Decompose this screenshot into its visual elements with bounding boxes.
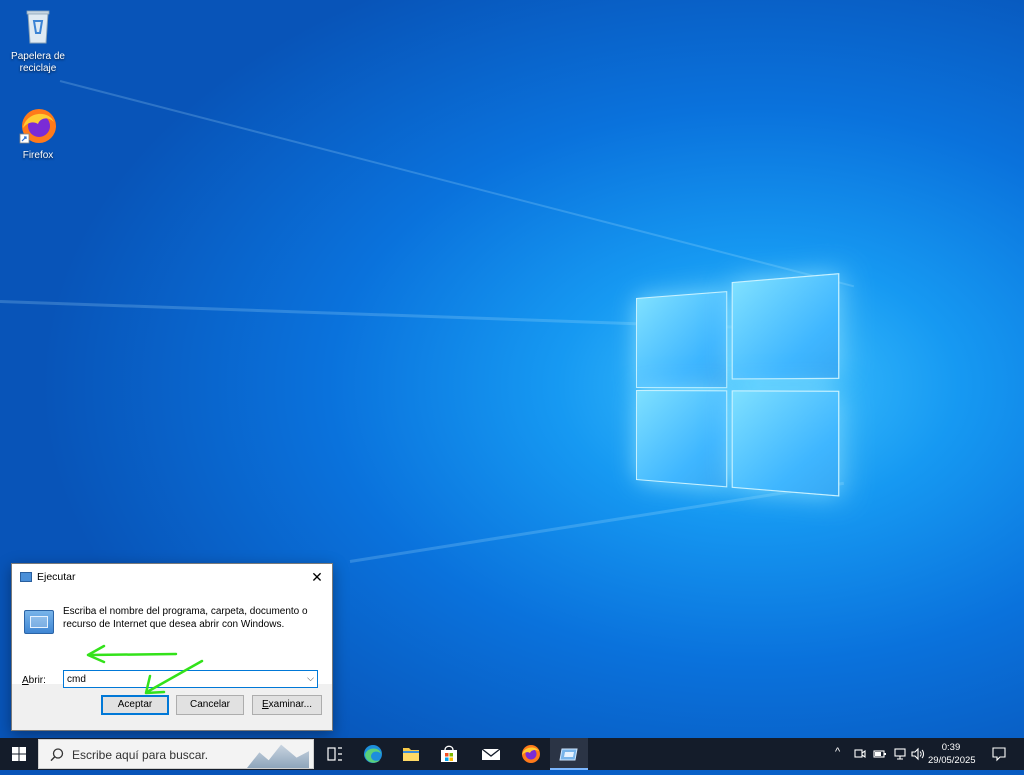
edge-icon (354, 738, 392, 770)
clock-date: 29/05/2025 (928, 754, 974, 767)
firefox-desktop-icon[interactable]: Firefox (3, 106, 73, 162)
chevron-up-icon[interactable]: ^ (835, 746, 840, 758)
browse-accelerator: E (262, 699, 269, 710)
task-view-icon (316, 738, 354, 770)
windows-start-icon (0, 738, 38, 770)
close-button[interactable]: ✕ (302, 564, 332, 590)
edge-taskbar-button[interactable] (354, 738, 392, 770)
store-taskbar-button[interactable] (430, 738, 468, 770)
cancel-button[interactable]: Cancelar (176, 695, 244, 715)
run-app-icon (20, 572, 32, 582)
run-taskbar-button[interactable] (550, 738, 588, 770)
light-beam (60, 80, 854, 287)
meet-now-icon[interactable] (853, 747, 867, 761)
search-icon (49, 747, 65, 763)
firefox-taskbar-button[interactable] (512, 738, 550, 770)
network-icon[interactable] (893, 747, 907, 761)
recycle-bin-label: Papelera de reciclaje (11, 51, 65, 74)
open-combobox[interactable]: ⌵ (63, 670, 318, 688)
task-view-button[interactable] (316, 738, 354, 770)
command-input[interactable] (64, 671, 297, 687)
taskbar-clock[interactable]: 0:39 29/05/2025 (928, 741, 974, 767)
browse-button[interactable]: Examinar... (252, 695, 322, 715)
dialog-body: Escriba el nombre del programa, carpeta,… (12, 590, 332, 684)
taskbar: Escribe aquí para buscar. ^ 0:39 29/05/2… (0, 738, 1024, 770)
firefox-icon (512, 738, 550, 770)
search-highlight-image (247, 742, 309, 768)
search-placeholder: Escribe aquí para buscar. (72, 748, 208, 762)
open-label: Abrir: (22, 675, 46, 686)
taskbar-search-box[interactable]: Escribe aquí para buscar. (38, 739, 314, 769)
run-program-icon (550, 738, 588, 770)
dialog-title: Ejecutar (37, 571, 76, 583)
recycle-bin-desktop-icon[interactable]: Papelera de reciclaje (3, 7, 73, 75)
firefox-icon (18, 106, 58, 146)
store-icon (430, 738, 468, 770)
mail-taskbar-button[interactable] (472, 738, 510, 770)
folder-icon (392, 738, 430, 770)
run-dialog: Ejecutar ✕ Escriba el nombre del program… (11, 563, 333, 731)
open-label-text: brir: (29, 675, 46, 686)
windows-wallpaper-logo (636, 272, 847, 499)
mail-icon (472, 738, 510, 770)
notifications-icon[interactable] (991, 746, 1007, 762)
ok-button[interactable]: Aceptar (101, 695, 169, 715)
run-program-icon (24, 610, 54, 634)
firefox-label: Firefox (23, 150, 54, 161)
dialog-description: Escriba el nombre del programa, carpeta,… (63, 605, 325, 631)
light-beam (350, 482, 844, 563)
battery-icon[interactable] (873, 747, 887, 761)
recycle-bin-icon (18, 7, 58, 47)
volume-icon[interactable] (911, 747, 925, 761)
file-explorer-taskbar-button[interactable] (392, 738, 430, 770)
browse-label-text: xaminar... (269, 699, 312, 710)
open-label-accelerator: A (22, 675, 29, 686)
clock-time: 0:39 (928, 741, 974, 754)
start-button[interactable] (0, 738, 38, 770)
chevron-down-icon[interactable]: ⌵ (307, 673, 314, 684)
dialog-titlebar[interactable]: Ejecutar ✕ (12, 564, 332, 590)
